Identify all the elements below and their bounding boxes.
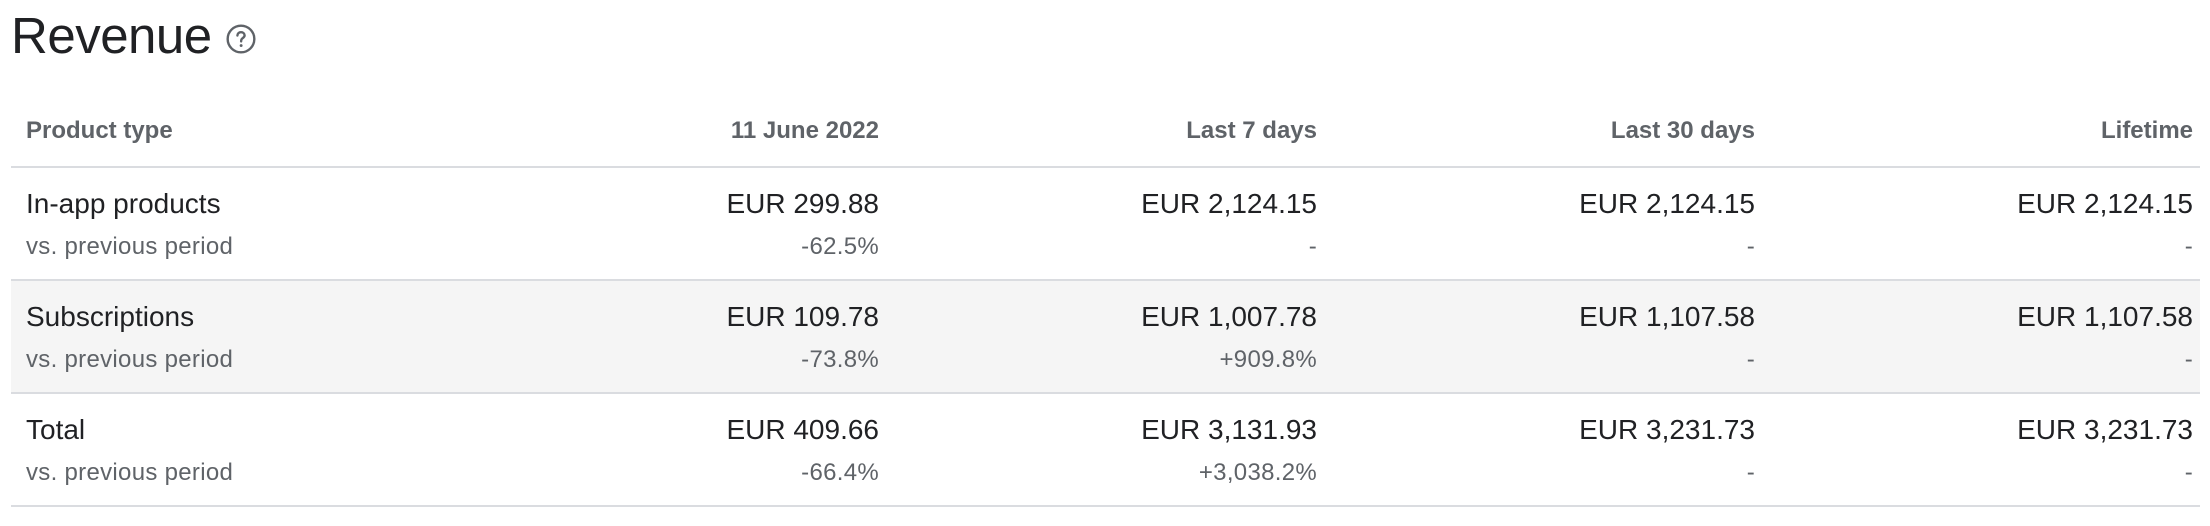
table-row: Subscriptions vs. previous period EUR 10… <box>11 281 2200 394</box>
row-sublabel: vs. previous period <box>26 459 234 486</box>
table-header-row: Product type 11 June 2022 Last 7 days La… <box>11 96 2200 168</box>
column-header-lifetime[interactable]: Lifetime <box>1755 117 2193 145</box>
column-header-last-30-days[interactable]: Last 30 days <box>1317 117 1755 145</box>
revenue-value: EUR 3,131.93 <box>1141 414 1317 445</box>
change-value: - <box>2184 459 2193 486</box>
change-value: - <box>2184 233 2193 260</box>
help-icon[interactable] <box>224 22 258 56</box>
table-row: In-app products vs. previous period EUR … <box>11 168 2200 281</box>
column-header-last-7-days[interactable]: Last 7 days <box>879 117 1317 145</box>
revenue-value: EUR 409.66 <box>726 414 879 445</box>
column-header-product-type[interactable]: Product type <box>11 117 441 145</box>
change-value: - <box>2184 346 2193 373</box>
page-title: Revenue <box>11 7 212 64</box>
row-sublabel: vs. previous period <box>26 346 234 373</box>
revenue-value: EUR 3,231.73 <box>1579 414 1755 445</box>
revenue-value: EUR 109.78 <box>726 301 879 332</box>
revenue-table: Product type 11 June 2022 Last 7 days La… <box>11 96 2200 507</box>
row-label: Total <box>26 414 86 445</box>
change-value: -73.8% <box>801 346 879 373</box>
revenue-value: EUR 1,107.58 <box>2017 301 2193 332</box>
change-value: - <box>1308 233 1317 260</box>
row-label: In-app products <box>26 188 221 219</box>
revenue-header: Revenue <box>11 6 258 66</box>
revenue-value: EUR 3,231.73 <box>2017 414 2193 445</box>
revenue-value: EUR 2,124.15 <box>2017 188 2193 219</box>
row-sublabel: vs. previous period <box>26 233 234 260</box>
column-header-date[interactable]: 11 June 2022 <box>441 117 879 145</box>
revenue-value: EUR 2,124.15 <box>1141 188 1317 219</box>
change-value: +909.8% <box>1219 346 1317 373</box>
change-value: - <box>1746 459 1755 486</box>
row-label: Subscriptions <box>26 301 195 332</box>
table-row: Total vs. previous period EUR 409.66 -66… <box>11 394 2200 507</box>
change-value: +3,038.2% <box>1198 459 1317 486</box>
change-value: -62.5% <box>801 233 879 260</box>
change-value: - <box>1746 346 1755 373</box>
revenue-value: EUR 1,007.78 <box>1141 301 1317 332</box>
change-value: -66.4% <box>801 459 879 486</box>
revenue-value: EUR 299.88 <box>726 188 879 219</box>
revenue-value: EUR 2,124.15 <box>1579 188 1755 219</box>
revenue-value: EUR 1,107.58 <box>1579 301 1755 332</box>
change-value: - <box>1746 233 1755 260</box>
